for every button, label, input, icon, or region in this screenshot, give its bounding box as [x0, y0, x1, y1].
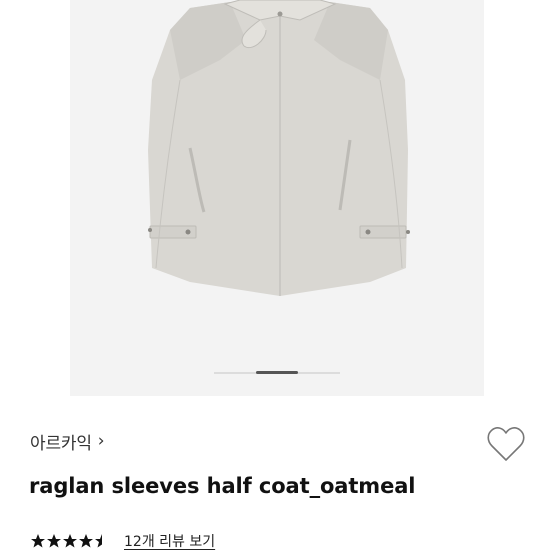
brand-name: 아르카익 [30, 433, 92, 454]
star-half-icon [95, 534, 102, 548]
chevron-right-icon: › [97, 431, 105, 451]
star-full-icon [31, 534, 45, 548]
heart-outline-icon [487, 427, 525, 461]
rating-row: 12개 리뷰 보기 [30, 530, 215, 552]
brand-link[interactable]: 아르카익 › [30, 429, 105, 454]
review-count-link[interactable]: 12개 리뷰 보기 [124, 531, 215, 551]
star-full-icon [79, 534, 93, 548]
star-full-icon [47, 534, 61, 548]
coat-product-image [148, 0, 410, 296]
gallery-pager[interactable] [214, 371, 340, 374]
gallery-pager-active-indicator [256, 371, 298, 374]
product-image-gallery[interactable] [70, 0, 484, 396]
wishlist-button[interactable] [486, 426, 526, 464]
star-rating [30, 533, 110, 549]
star-full-icon [63, 534, 77, 548]
product-title: raglan sleeves half coat_oatmeal [29, 474, 416, 498]
